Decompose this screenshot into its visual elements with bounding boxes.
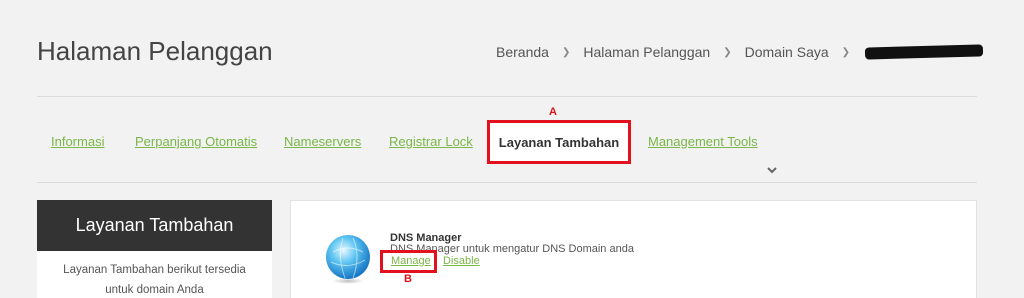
tab-informasi[interactable]: Informasi [51, 134, 104, 149]
breadcrumb-home[interactable]: Beranda [496, 44, 549, 60]
tab-management-tools[interactable]: Management Tools [648, 134, 758, 149]
page-title: Halaman Pelanggan [37, 36, 273, 66]
redacted-domain [864, 44, 984, 60]
chevron-right-icon: ❯ [841, 46, 851, 58]
chevron-right-icon: ❯ [561, 46, 571, 58]
chevron-right-icon: ❯ [723, 46, 732, 58]
tab-perpanjang-otomatis[interactable]: Perpanjang Otomatis [135, 134, 257, 149]
chevron-down-icon[interactable] [767, 165, 777, 175]
sidebar-description: Layanan Tambahan berikut tersedia untuk … [63, 264, 246, 296]
disable-link[interactable]: Disable [443, 255, 480, 267]
manage-highlight: Manage [380, 250, 437, 273]
tab-bar: Informasi Perpanjang Otomatis Nameserver… [37, 120, 977, 166]
tab-nameservers[interactable]: Nameservers [284, 134, 361, 149]
sidebar-panel: Layanan Tambahan Layanan Tambahan beriku… [37, 200, 272, 298]
divider [37, 182, 977, 183]
tab-registrar-lock[interactable]: Registrar Lock [389, 134, 473, 149]
divider [37, 96, 977, 97]
breadcrumb: Beranda ❯ Halaman Pelanggan ❯ Domain Say… [496, 44, 984, 60]
annotation-b: B [404, 273, 412, 285]
tab-layanan-tambahan[interactable]: Layanan Tambahan [487, 120, 631, 164]
sidebar-title: Layanan Tambahan [37, 200, 272, 251]
breadcrumb-my-domains[interactable]: Domain Saya [745, 44, 829, 60]
annotation-a: A [549, 106, 557, 118]
service-panel: DNS Manager DNS Manager untuk mengatur D… [290, 200, 977, 298]
manage-link[interactable]: Manage [391, 255, 431, 267]
globe-icon [326, 235, 370, 284]
breadcrumb-customer-page[interactable]: Halaman Pelanggan [583, 44, 710, 60]
